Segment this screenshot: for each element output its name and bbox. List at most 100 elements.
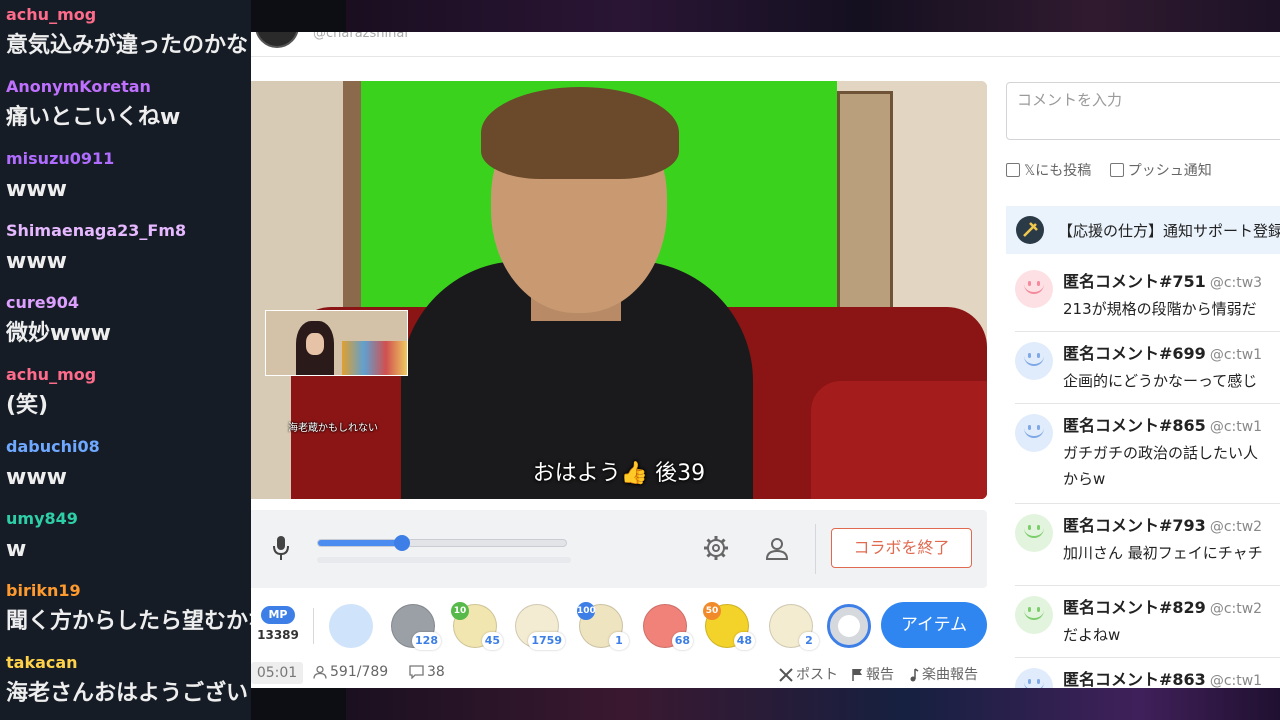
comment-item[interactable]: 匿名コメント#865 @c:tw1 ガチガチの政治の話したい人 からw (1015, 404, 1280, 504)
comment-line: 加川さん 最初フェイにチャチ (1063, 544, 1263, 562)
post-to-x-link[interactable]: ポスト (779, 664, 838, 684)
commenter-avatar[interactable] (1015, 514, 1053, 552)
report-link[interactable]: 報告 (851, 664, 894, 684)
push-label[interactable]: プッシュ通知 (1128, 163, 1212, 179)
pip-caption: 海老蔵かもしれない (288, 423, 378, 434)
commenter-avatar[interactable] (1015, 668, 1053, 688)
avatar-smile (1024, 354, 1044, 366)
comment-text: 企画的にどうかなーって感じ (1063, 368, 1257, 394)
commenter-avatar[interactable] (1015, 342, 1053, 380)
onigiri-item-2[interactable]: 100 1 (577, 602, 629, 650)
comment-item[interactable]: 匿名コメント#793 @c:tw2 加川さん 最初フェイにチャチ (1015, 504, 1280, 586)
push-checkbox[interactable] (1109, 163, 1124, 177)
items-button[interactable]: アイテム (881, 602, 987, 648)
comment-text: 213が規格の段階から情弱だ (1063, 296, 1257, 322)
pink-blob-item[interactable]: 68 (641, 602, 693, 650)
volume-slider-thumb[interactable] (394, 535, 411, 551)
overlay-chat-user: misuzu0911 (6, 149, 115, 168)
broadcaster-avatar[interactable] (255, 32, 299, 48)
commenter-name-text: 匿名コメント#865 (1063, 416, 1206, 435)
overlay-chat-text: 聞く方からしたら望むかな (6, 609, 251, 634)
overlay-chat-user: umy849 (6, 509, 78, 528)
overlay-chat-text: w (6, 537, 27, 562)
comment-line: 213が規格の段階から情弱だ (1063, 300, 1257, 318)
volume-slider-fill (318, 540, 403, 546)
volume-slider[interactable] (317, 535, 567, 551)
commenter-id: @c:tw1 (1209, 347, 1263, 363)
comment-count: 38 (409, 664, 445, 680)
overlay-chat-text: 意気込みが違ったのかな (6, 33, 249, 58)
music-note-icon (910, 668, 919, 682)
commenter-avatar[interactable] (1015, 596, 1053, 634)
overlay-chat-message: achu_mog (笑) (0, 360, 251, 432)
coin-item[interactable]: 128 (389, 602, 441, 650)
report-label: 報告 (866, 667, 894, 683)
video-caption: おはよう👍 後39 (532, 461, 706, 486)
avatar-smile (1024, 426, 1044, 438)
coin-ring-item[interactable] (825, 602, 873, 650)
comment-text: ガチガチの政治の話したい人 からw (1063, 440, 1258, 492)
header-divider (251, 56, 1280, 57)
mp-label: MP (261, 606, 295, 624)
comment-line: からw (1063, 470, 1106, 488)
support-notice[interactable]: 【応援の仕方】通知サポート登録 (1006, 206, 1280, 254)
broadcaster-handle[interactable]: @charazshinai (313, 32, 408, 41)
commenter-name: 匿名コメント#793 @c:tw2 (1063, 512, 1262, 536)
commenter-avatar[interactable] (1015, 414, 1053, 452)
gear-icon[interactable] (703, 535, 729, 561)
viewer-count: 591/789 (313, 664, 388, 680)
collab-pip-video[interactable] (265, 310, 408, 376)
x-post-checkbox[interactable] (1006, 163, 1020, 177)
person-icon[interactable] (765, 536, 789, 560)
item-count: 68 (671, 632, 693, 650)
comment-text: 加川さん 最初フェイにチャチ (1063, 540, 1263, 566)
commenter-id: @c:tw1 (1209, 673, 1263, 688)
mic-icon[interactable] (271, 534, 291, 562)
commenter-id: @c:tw1 (1209, 419, 1263, 435)
overlay-chat-text: 痛いとこいくねw (6, 105, 181, 130)
mp-badge[interactable]: MP 13389 (257, 606, 299, 646)
flag-icon (852, 669, 862, 681)
overlay-chat-user: AnonymKoretan (6, 77, 151, 96)
commenter-name: 匿名コメント#863 @c:tw1 (1063, 666, 1262, 688)
music-report-link[interactable]: 楽曲報告 (909, 664, 978, 684)
overlay-chat-message: achu_mog 意気込みが違ったのかな (0, 0, 251, 72)
x-post-label[interactable]: 𝕏にも投稿 (1024, 163, 1091, 179)
commenter-name: 匿名コメント#865 @c:tw1 (1063, 412, 1262, 436)
item-count: 2 (799, 632, 819, 650)
notice-icon (1016, 216, 1044, 244)
comment-count-value: 38 (427, 664, 445, 680)
item-level-badge: 10 (451, 602, 469, 620)
stream-footer: 05:01 591/789 38 ポスト 報告 楽曲報告 (251, 662, 987, 686)
scroll-item[interactable]: 2 (767, 602, 819, 650)
onigiri-item[interactable]: 10 45 (451, 602, 503, 650)
comment-item[interactable]: 匿名コメント#863 @c:tw1 (1015, 658, 1280, 688)
comment-item[interactable]: 匿名コメント#829 @c:tw2 だよねw (1015, 586, 1280, 658)
overlay-chat-text: (笑) (6, 393, 49, 418)
audio-level-meter (317, 557, 571, 563)
overlay-chat-user: achu_mog (6, 365, 97, 384)
end-collab-button[interactable]: コラボを終了 (831, 528, 972, 568)
x-logo-icon (779, 668, 793, 682)
video-player[interactable]: 海老蔵かもしれない おはよう👍 後39 (251, 81, 987, 499)
bun-item[interactable]: 1759 (513, 602, 565, 650)
comment-item[interactable]: 匿名コメント#699 @c:tw1 企画的にどうかなーって感じ (1015, 332, 1280, 404)
comment-item[interactable]: 匿名コメント#751 @c:tw3 213が規格の段階から情弱だ (1015, 260, 1280, 332)
item-level-badge: 100 (577, 602, 596, 620)
smile-item[interactable] (327, 602, 375, 650)
overlay-chat-text: 微妙www (6, 321, 111, 346)
item-count: 48 (733, 632, 755, 650)
yellow-bird-item[interactable]: 50 48 (703, 602, 755, 650)
item-count: 1759 (528, 632, 565, 650)
post-options: 𝕏にも投稿 プッシュ通知 (1006, 160, 1226, 180)
commenter-avatar[interactable] (1015, 270, 1053, 308)
background-bottom (346, 688, 1280, 720)
overlay-chat-user: dabuchi08 (6, 437, 100, 456)
comment-list: 匿名コメント#751 @c:tw3 213が規格の段階から情弱だ 匿名コメント#699… (1015, 260, 1280, 688)
pip-background-items (342, 341, 407, 375)
item-count: 128 (412, 632, 441, 650)
comment-input[interactable]: コメントを入力 (1006, 82, 1280, 140)
items-row: MP 13389 アイテム 128 10 45 1759 100 1 68 50 48 2 (251, 598, 987, 654)
viewer-icon (313, 665, 327, 679)
comment-text: だよねw (1063, 622, 1120, 648)
